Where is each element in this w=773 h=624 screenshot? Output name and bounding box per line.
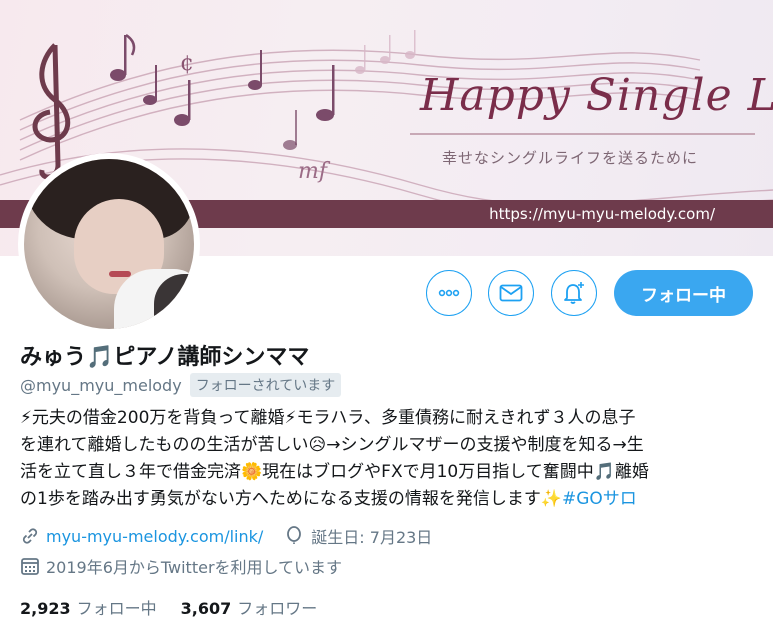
avatar-photo [24,159,194,329]
followers-stat[interactable]: 3,607 フォロワー [181,595,318,619]
more-horizontal-icon [438,289,460,297]
hashtag-link[interactable]: #GOサロ [562,489,637,509]
avatar[interactable] [18,153,200,335]
more-button[interactable] [426,270,472,316]
followers-count: 3,607 [180,599,232,618]
banner-subtitle: 幸せなシングルライフを送るために [442,149,699,167]
balloon-icon [287,526,302,544]
following-count: 2,923 [20,599,71,618]
bio-line: の1歩を踏み出す勇気がない方へためになる支援の情報を発信します✨ [20,489,562,509]
profile-website-link[interactable]: myu-myu-melody.com/link/ [46,527,263,546]
joined-date: 2019年6月からTwitterを利用しています [46,558,343,577]
following-button[interactable]: フォロー中 [614,270,753,316]
following-stat[interactable]: 2,923 フォロー中 [20,595,157,619]
followers-label: フォロワー [237,599,318,618]
bio-line: を連れて離婚したものの生活が苦しい😥→シングルマザーの支援や制度を知る→生 [20,435,644,455]
handle-row: @myu_myu_melody フォローされています [20,373,342,397]
follows-you-badge: フォローされています [189,373,342,397]
bio: ⚡元夫の借金200万を背負って離婚⚡モラハラ、多重債務に耐えきれず３人の息子 を… [20,405,760,513]
birthday: 誕生日: 7月23日 [311,528,433,547]
profile-meta-row: myu-myu-melody.com/link/ 誕生日: 7月23日 [20,524,432,548]
bio-line-last: の1歩を踏み出す勇気がない方へためになる支援の情報を発信します✨#GOサロ [20,486,760,513]
banner-divider [410,133,755,135]
display-name: みゅう🎵ピアノ講師シンママ [20,345,310,370]
message-button[interactable] [488,270,534,316]
notifications-button[interactable] [551,270,597,316]
bell-plus-icon [564,282,584,304]
calendar-icon [21,558,39,575]
following-label: フォロー中 [76,599,157,618]
envelope-icon [499,284,523,302]
bio-line: ⚡元夫の借金200万を背負って離婚⚡モラハラ、多重債務に耐えきれず３人の息子 [20,408,636,428]
banner-title: Happy Single Life [420,70,773,121]
svg-text:¢: ¢ [180,51,194,76]
link-icon [22,528,38,544]
bio-line: 活を立て直し３年で借金完済🌼現在はブログやFXで月10万目指して奮闘中🎵離婚 [20,462,649,482]
banner-url: https://myu-myu-melody.com/ [489,205,715,223]
follow-stats: 2,923 フォロー中 3,607 フォロワー [20,595,317,619]
handle: @myu_myu_melody [20,375,182,395]
joined-row: 2019年6月からTwitterを利用しています [20,554,342,578]
svg-text:mf: mf [298,159,331,184]
